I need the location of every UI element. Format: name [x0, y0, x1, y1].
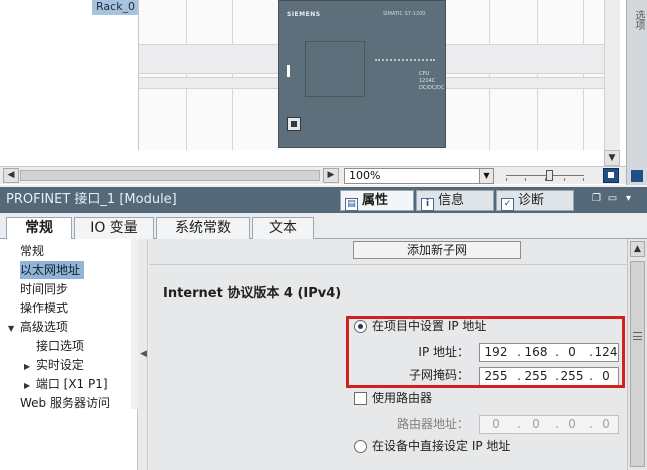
nav-item-time-sync[interactable]: 时间同步 — [20, 280, 68, 298]
diagnostics-icon: ✓ — [501, 198, 514, 211]
divider — [149, 264, 627, 265]
module-title: PROFINET 接口_1 [Module] — [6, 192, 177, 207]
zoom-slider-track — [506, 175, 584, 176]
plc-cpu-line: DC/DC/DC — [419, 85, 445, 91]
set-ip-on-device-label: 在设备中直接设定 IP 地址 — [372, 439, 511, 453]
collapse-icon[interactable] — [631, 170, 643, 182]
zoom-tick — [583, 178, 584, 181]
scroll-right-button[interactable]: ▶ — [323, 168, 339, 183]
rack-slot-divider — [232, 0, 233, 150]
router-octet[interactable]: 0 — [482, 416, 510, 433]
device-view: Rack_0 SIEMENS SIMATIC S7-1200 CPU 1214C… — [0, 0, 647, 185]
nav-item-realtime-settings[interactable]: ▶ 实时设定 — [24, 356, 84, 374]
plc-status-icon — [287, 65, 297, 77]
window-controls: ❐ ▭ ▾ — [590, 193, 642, 207]
nav-item-label: 端口 [X1 P1] — [35, 377, 108, 391]
info-icon: i — [421, 198, 434, 211]
scroll-up-button[interactable]: ▲ — [630, 241, 645, 257]
router-address-label: 路由器地址： — [396, 417, 469, 431]
inspector-header: PROFINET 接口_1 [Module] ▤ 属性 i 信息 ✓ 诊断 ❐ ▭ ▾ — [0, 187, 647, 213]
nav-item-label: 高级选项 — [19, 320, 68, 334]
zoom-tick — [564, 178, 565, 181]
rack-slot-divider — [537, 0, 538, 150]
property-navigation-tree: 常规 以太网地址 时间同步 操作模式 ▼ 高级选项 接口选项 ▶ 实时设定 ▶ … — [0, 239, 138, 470]
zoom-select[interactable]: 100% ▼ — [344, 168, 494, 184]
highlight-annotation-box — [346, 316, 625, 388]
properties-icon: ▤ — [345, 198, 358, 211]
nav-item-label: 实时设定 — [35, 358, 84, 372]
plc-cpu-label: CPU 1214C DC/DC/DC — [419, 71, 445, 92]
subtab-general[interactable]: 常规 — [6, 217, 72, 240]
task-card-strip[interactable]: 选项 — [626, 0, 647, 185]
router-octet[interactable]: 0 — [592, 416, 620, 433]
expand-down-icon[interactable]: ▼ — [8, 320, 16, 338]
fit-view-icon[interactable] — [603, 168, 619, 183]
tab-diagnostics[interactable]: ✓ 诊断 — [496, 190, 574, 211]
property-subtabs: 常规 IO 变量 系统常数 文本 — [0, 213, 647, 240]
horizontal-scroll-thumb[interactable] — [20, 170, 320, 181]
set-ip-on-device-radio[interactable] — [354, 440, 367, 453]
plc-brand-label: SIEMENS — [287, 11, 321, 18]
nav-item-ethernet-address[interactable]: 以太网地址 — [20, 261, 85, 279]
zoom-value: 100% — [349, 169, 381, 182]
restore-icon[interactable]: ❐ — [590, 193, 603, 205]
minimize-icon[interactable]: ▭ — [606, 193, 619, 205]
plc-cpu-line: CPU 1214C — [419, 71, 436, 84]
use-router-checkbox[interactable] — [354, 392, 367, 405]
nav-item-interface-options[interactable]: 接口选项 — [36, 337, 84, 355]
rack-slot-divider — [489, 0, 490, 150]
device-view-toolbar: ◀ ▶ 100% ▼ — [0, 166, 626, 184]
add-new-subnet-button[interactable]: 添加新子网 — [353, 241, 521, 259]
nav-item-port-x1p1[interactable]: ▶ 端口 [X1 P1] — [24, 375, 108, 393]
scroll-left-button[interactable]: ◀ — [3, 168, 19, 183]
content-vertical-scrollbar[interactable]: ▲ — [627, 239, 647, 470]
zoom-tick — [506, 178, 507, 181]
nav-item-web-server-access[interactable]: Web 服务器访问 — [20, 394, 110, 412]
plc-io-leds — [375, 59, 435, 62]
navigation-scrollbar[interactable] — [131, 239, 138, 409]
router-octet[interactable]: 0 — [558, 416, 586, 433]
nav-item-general[interactable]: 常规 — [20, 242, 44, 260]
expand-right-icon[interactable]: ▶ — [24, 377, 32, 395]
panel-splitter[interactable]: ◀ — [138, 239, 148, 470]
plc-model-label: SIMATIC S7-1200 — [383, 11, 426, 17]
zoom-slider-knob[interactable] — [546, 170, 553, 181]
router-address-field[interactable]: 0 . 0 . 0 . 0 — [479, 415, 619, 434]
use-router-label: 使用路由器 — [372, 391, 433, 405]
tab-label: 属性 — [362, 193, 389, 208]
subtab-system-constants[interactable]: 系统常数 — [156, 217, 250, 239]
tab-label: 信息 — [438, 193, 465, 208]
subtab-io-tags[interactable]: IO 变量 — [74, 217, 154, 239]
router-octet[interactable]: 0 — [522, 416, 550, 433]
rack-slot-divider — [186, 0, 187, 150]
rack-slot-divider — [583, 0, 584, 150]
collapse-left-icon[interactable]: ◀ — [140, 347, 147, 361]
task-card-label[interactable]: 选项 — [630, 10, 644, 30]
zoom-tick — [525, 178, 526, 181]
chevron-down-icon[interactable]: ▼ — [479, 169, 493, 183]
nav-item-advanced-options[interactable]: ▼ 高级选项 — [8, 318, 68, 336]
device-view-vertical-scrollbar[interactable] — [604, 0, 620, 150]
tab-properties[interactable]: ▤ 属性 — [340, 190, 414, 211]
scroll-down-button[interactable]: ▼ — [604, 150, 620, 166]
ipv4-section-title: Internet 协议版本 4 (IPv4) — [163, 286, 342, 301]
tab-label: 诊断 — [518, 193, 545, 208]
subtab-texts[interactable]: 文本 — [252, 217, 314, 239]
plc-module[interactable]: SIEMENS SIMATIC S7-1200 CPU 1214C DC/DC/… — [278, 0, 446, 148]
expand-right-icon[interactable]: ▶ — [24, 358, 32, 376]
vertical-scroll-thumb[interactable] — [630, 261, 645, 467]
plc-front-window — [305, 41, 365, 97]
nav-item-operating-mode[interactable]: 操作模式 — [20, 299, 68, 317]
zoom-slider[interactable] — [506, 170, 584, 181]
profinet-port-icon[interactable] — [287, 117, 301, 131]
rack-label[interactable]: Rack_0 — [92, 0, 138, 15]
chevron-down-icon[interactable]: ▾ — [622, 193, 635, 205]
tab-info[interactable]: i 信息 — [416, 190, 494, 211]
scroll-grip-icon — [633, 332, 642, 340]
